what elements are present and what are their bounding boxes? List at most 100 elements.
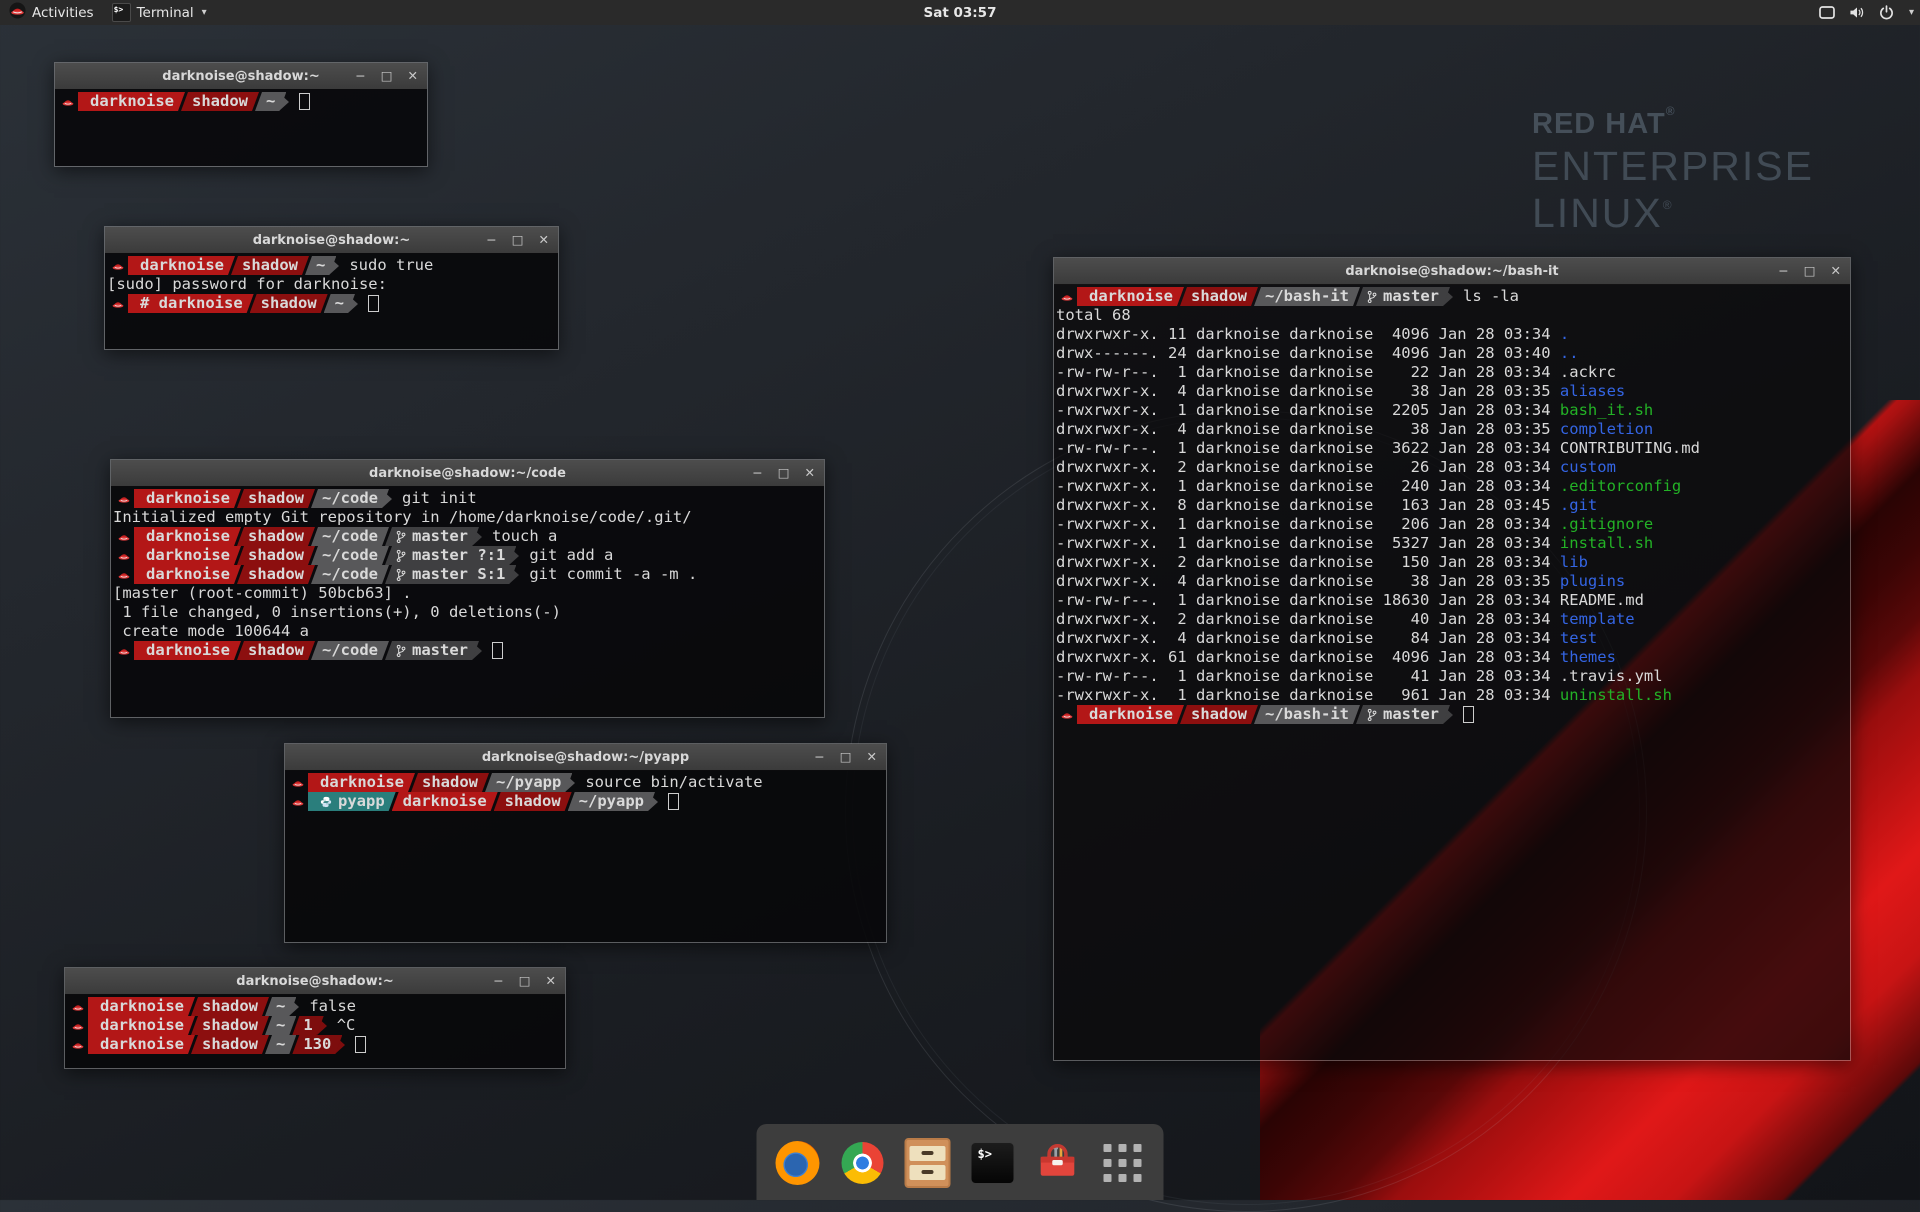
prompt-segment-host: shadow [1180, 287, 1258, 306]
prompt-segment-user: darknoise [308, 773, 415, 792]
prompt-segment-host: shadow [237, 489, 315, 508]
terminal-cursor [368, 295, 379, 312]
prompt-segment-git: master ?:1 [385, 546, 516, 565]
maximize-button[interactable]: □ [840, 751, 852, 764]
file-attributes: -rwxrwxr-x. 1 darknoise darknoise 206 Ja… [1056, 515, 1560, 533]
prompt-segment-path: ~/code [311, 489, 389, 508]
prompt-segment-path: ~/pyapp [568, 792, 655, 811]
prompt-line: darknoiseshadow~/bash-itmasterls -la [1056, 287, 1850, 306]
close-button[interactable]: ✕ [546, 975, 556, 988]
drawer-handle [922, 1170, 934, 1174]
window-controls: − □ ✕ [355, 63, 418, 89]
chevron-down-icon[interactable]: ▾ [1909, 7, 1914, 18]
maximize-button[interactable]: □ [381, 70, 393, 83]
prompt-segment-user: darknoise [134, 489, 241, 508]
ls-output-line: -rw-rw-r--. 1 darknoise darknoise 22 Jan… [1056, 363, 1850, 382]
file-name: .ackrc [1560, 363, 1616, 381]
grid-dot [1134, 1159, 1142, 1167]
ls-output-line: -rwxrwxr-x. 1 darknoise darknoise 961 Ja… [1056, 686, 1850, 705]
file-name: test [1560, 629, 1597, 647]
files-launcher[interactable] [905, 1140, 951, 1186]
file-attributes: -rw-rw-r--. 1 darknoise darknoise 22 Jan… [1056, 363, 1560, 381]
prompt-segment-host: shadow [181, 92, 259, 111]
window-titlebar[interactable]: darknoise@shadow:~−□✕ [105, 227, 558, 254]
ls-output-line: drwx------. 24 darknoise darknoise 4096 … [1056, 344, 1850, 363]
maximize-button[interactable]: □ [1804, 265, 1816, 278]
minimize-button[interactable]: − [814, 751, 824, 764]
minimize-button[interactable]: − [486, 234, 496, 247]
ls-output-line: drwxrwxr-x. 8 darknoise darknoise 163 Ja… [1056, 496, 1850, 515]
minimize-button[interactable]: − [493, 975, 503, 988]
prompt-line: darknoiseshadow~/bash-itmaster [1056, 705, 1850, 724]
volume-icon[interactable] [1848, 5, 1866, 20]
command-text: sudo true [349, 256, 433, 275]
terminal-window-bash-it: darknoise@shadow:~/bash-it−□✕darknoisesh… [1053, 257, 1851, 1061]
prompt-segment-path: ~ [265, 1016, 296, 1035]
maximize-button[interactable]: □ [512, 234, 524, 247]
terminal-content[interactable]: darknoiseshadow~falsedarknoiseshadow~1^C… [65, 994, 565, 1068]
prompt-line: darknoiseshadow~sudo true [107, 256, 558, 275]
terminal-window-pyapp: darknoise@shadow:~/pyapp− □ ✕ darknoise shad… [284, 743, 887, 943]
terminal-content[interactable]: darknoiseshadow~/bash-itmasterls -latota… [1054, 284, 1850, 1060]
prompt-segment-user: darknoise [134, 527, 241, 546]
file-name: lib [1560, 553, 1588, 571]
file-attributes: drwxrwxr-x. 61 darknoise darknoise 4096 … [1056, 648, 1560, 666]
close-button[interactable]: ✕ [867, 751, 877, 764]
file-name: install.sh [1560, 534, 1653, 552]
minimize-button[interactable]: − [752, 467, 762, 480]
minimize-button[interactable]: − [1778, 265, 1788, 278]
toolbox-launcher[interactable] [1035, 1140, 1081, 1186]
redhat-prompt-icon [57, 96, 78, 107]
window-title: darknoise@shadow:~/pyapp [285, 750, 886, 765]
window-controls: − □ ✕ [493, 968, 556, 994]
prompt-line: pyappdarknoiseshadow~/pyapp [287, 792, 886, 811]
drawer [910, 1146, 946, 1161]
ls-output-line: -rwxrwxr-x. 1 darknoise darknoise 5327 J… [1056, 534, 1850, 553]
window-title: darknoise@shadow:~ [65, 974, 565, 989]
app-grid-launcher[interactable] [1100, 1140, 1146, 1186]
close-button[interactable]: ✕ [539, 234, 549, 247]
redhat-prompt-icon [287, 777, 308, 788]
file-name: .. [1560, 344, 1579, 362]
redhat-prompt-icon [67, 1001, 88, 1012]
prompt-segment-host: shadow [250, 294, 328, 313]
maximize-button[interactable]: □ [778, 467, 790, 480]
command-text: touch a [492, 527, 557, 546]
terminal-content[interactable]: darknoiseshadow~/codegit initInitialized… [111, 486, 824, 717]
terminal-launcher[interactable]: $> [970, 1140, 1016, 1186]
file-attributes: drwxrwxr-x. 2 darknoise darknoise 150 Ja… [1056, 553, 1560, 571]
prompt-segment-user: darknoise [134, 546, 241, 565]
firefox-launcher[interactable] [775, 1140, 821, 1186]
window-titlebar[interactable]: darknoise@shadow:~/bash-it−□✕ [1054, 258, 1850, 285]
terminal-content[interactable]: darknoiseshadow~ [55, 89, 427, 166]
screen-icon[interactable] [1819, 6, 1835, 20]
window-titlebar[interactable]: darknoise@shadow:~− □ ✕ [65, 968, 565, 995]
ls-output-line: drwxrwxr-x. 4 darknoise darknoise 38 Jan… [1056, 382, 1850, 401]
file-name: aliases [1560, 382, 1625, 400]
window-titlebar[interactable]: darknoise@shadow:~/pyapp− □ ✕ [285, 744, 886, 771]
power-icon[interactable] [1879, 5, 1894, 20]
prompt-line: darknoiseshadow~/codemaster S:1git commi… [113, 565, 824, 584]
minimize-button[interactable]: − [355, 70, 365, 83]
prompt-line: darknoiseshadow~false [67, 997, 565, 1016]
prompt-segment-user: darknoise [128, 256, 235, 275]
terminal-content[interactable]: darknoiseshadow~sudo true[sudo] password… [105, 253, 558, 349]
prompt-segment-user: darknoise [134, 641, 241, 660]
close-button[interactable]: ✕ [408, 70, 418, 83]
prompt-segment-host: shadow [494, 792, 572, 811]
window-controls: − □ ✕ [752, 460, 815, 486]
file-attributes: drwxrwxr-x. 2 darknoise darknoise 40 Jan… [1056, 610, 1560, 628]
close-button[interactable]: ✕ [1831, 265, 1841, 278]
drawer [910, 1165, 946, 1180]
file-attributes: -rw-rw-r--. 1 darknoise darknoise 41 Jan… [1056, 667, 1560, 685]
chrome-launcher[interactable] [840, 1140, 886, 1186]
drawer-handle [922, 1151, 934, 1155]
redhat-prompt-icon [67, 1039, 88, 1050]
clock[interactable]: Sat 03:57 [0, 5, 1920, 21]
close-button[interactable]: ✕ [805, 467, 815, 480]
maximize-button[interactable]: □ [519, 975, 531, 988]
window-titlebar[interactable]: darknoise@shadow:~/code−□✕ [111, 460, 824, 487]
terminal-content[interactable]: darknoiseshadow~/pyappsource bin/activat… [285, 770, 886, 942]
window-titlebar[interactable]: darknoise@shadow:~−□✕ [55, 63, 427, 90]
file-name: CONTRIBUTING.md [1560, 439, 1700, 457]
